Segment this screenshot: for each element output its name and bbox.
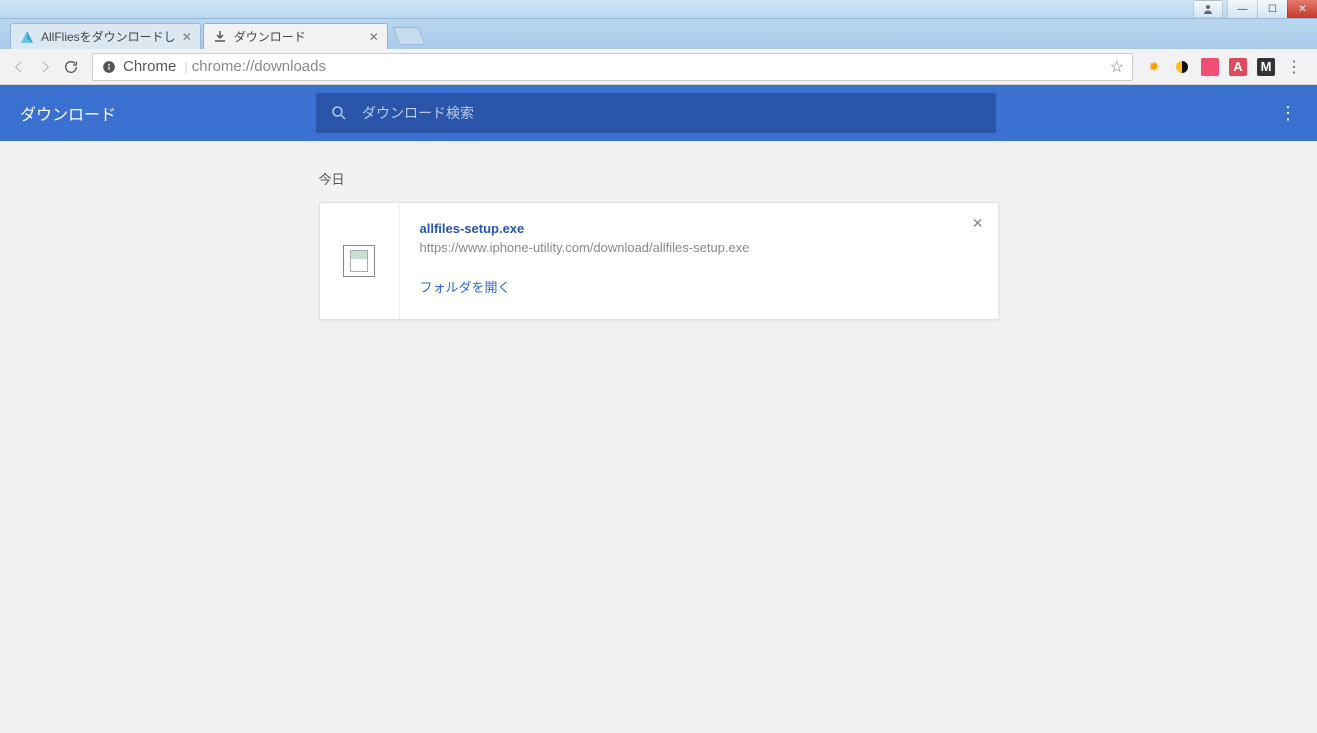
chrome-menu-button[interactable]: ⋮: [1285, 58, 1303, 76]
extension-icon-5[interactable]: M: [1257, 58, 1275, 76]
tab-label: AllFliesをダウンロードし: [41, 28, 176, 45]
tab-label: ダウンロード: [234, 28, 363, 45]
window-titlebar: — ☐ ✕: [0, 0, 1317, 19]
forward-button[interactable]: [34, 56, 56, 78]
extension-icon-2[interactable]: [1173, 58, 1191, 76]
more-actions-button[interactable]: ⋮: [1279, 103, 1297, 124]
date-header: 今日: [319, 169, 999, 188]
open-folder-link[interactable]: フォルダを開く: [420, 277, 978, 296]
close-window-button[interactable]: ✕: [1287, 0, 1317, 18]
url-origin: Chrome: [123, 58, 176, 75]
close-icon[interactable]: ✕: [369, 30, 379, 44]
page-title: ダウンロード: [20, 101, 116, 125]
extension-icon-4[interactable]: A: [1229, 58, 1247, 76]
minimize-button[interactable]: —: [1227, 0, 1257, 18]
url-path: chrome://downloads: [192, 58, 326, 75]
page-content: ダウンロード ⋮ 今日 allfiles-setup.exe https://w…: [0, 85, 1317, 733]
extension-icon-3[interactable]: [1201, 58, 1219, 76]
download-icon: [212, 29, 228, 45]
download-info: allfiles-setup.exe https://www.iphone-ut…: [400, 203, 998, 319]
browser-toolbar: Chrome | chrome://downloads ☆ ✸ A M ⋮: [0, 49, 1317, 85]
close-icon[interactable]: ✕: [182, 30, 192, 44]
file-icon-container: [320, 203, 400, 319]
downloads-header: ダウンロード ⋮: [0, 85, 1317, 141]
downloads-list: 今日 allfiles-setup.exe https://www.iphone…: [319, 141, 999, 320]
search-icon: [330, 104, 348, 122]
tab-allflies[interactable]: AllFliesをダウンロードし ✕: [10, 23, 201, 49]
user-profile-button[interactable]: [1193, 0, 1223, 18]
address-bar[interactable]: Chrome | chrome://downloads ☆: [92, 53, 1133, 81]
remove-download-button[interactable]: ✕: [972, 215, 984, 232]
new-tab-button[interactable]: [392, 27, 425, 45]
site-info-icon[interactable]: [101, 59, 117, 75]
search-box[interactable]: [316, 93, 996, 133]
bookmark-star-icon[interactable]: ☆: [1110, 57, 1124, 77]
arrow-right-icon: [37, 59, 53, 75]
favicon-allflies-icon: [19, 29, 35, 45]
user-icon: [1202, 3, 1214, 15]
back-button[interactable]: [8, 56, 30, 78]
extension-icons: ✸ A M ⋮: [1139, 58, 1309, 76]
arrow-left-icon: [11, 59, 27, 75]
download-item: allfiles-setup.exe https://www.iphone-ut…: [319, 202, 999, 320]
extension-icon-1[interactable]: ✸: [1145, 58, 1163, 76]
maximize-button[interactable]: ☐: [1257, 0, 1287, 18]
reload-icon: [63, 59, 79, 75]
tab-strip: AllFliesをダウンロードし ✕ ダウンロード ✕: [0, 19, 1317, 49]
download-url[interactable]: https://www.iphone-utility.com/download/…: [420, 240, 978, 255]
download-filename[interactable]: allfiles-setup.exe: [420, 221, 978, 236]
tab-downloads[interactable]: ダウンロード ✕: [203, 23, 388, 49]
file-icon: [343, 245, 375, 277]
reload-button[interactable]: [60, 56, 82, 78]
search-input[interactable]: [362, 105, 982, 121]
